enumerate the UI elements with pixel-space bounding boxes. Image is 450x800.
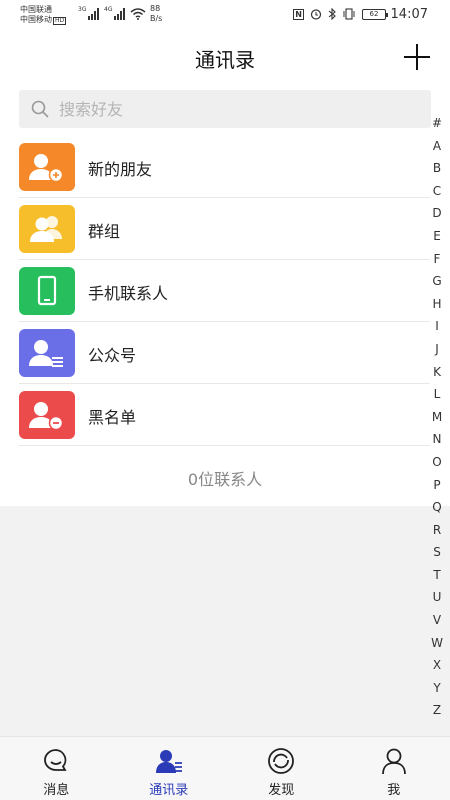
index-letter[interactable]: D <box>429 202 445 225</box>
nav-tab-me[interactable]: 我 <box>338 737 450 800</box>
carrier-info: 中国联通 中国移动 HD <box>20 5 67 25</box>
index-letter[interactable]: # <box>429 112 445 135</box>
nav-label: 我 <box>387 783 401 798</box>
index-letter[interactable]: E <box>429 225 445 248</box>
index-letter[interactable]: L <box>429 383 445 406</box>
add-icon[interactable] <box>404 44 430 70</box>
nav-label: 消息 <box>43 783 70 798</box>
index-letter[interactable]: A <box>429 135 445 158</box>
signal-group: 3G 4G <box>78 6 146 20</box>
group-icon <box>19 205 75 253</box>
page-title: 通讯录 <box>195 48 255 72</box>
menu-item-label: 公众号 <box>88 346 137 365</box>
index-letter[interactable]: T <box>429 564 445 587</box>
me-icon <box>381 748 406 775</box>
index-letter[interactable]: R <box>429 519 445 542</box>
nav-label: 发现 <box>268 783 295 798</box>
nav-label: 通讯录 <box>149 783 189 798</box>
index-letter[interactable]: H <box>429 293 445 316</box>
app-header: 通讯录 <box>0 30 450 86</box>
nav-tab-messages[interactable]: 消息 <box>0 737 113 800</box>
index-letter[interactable]: N <box>429 428 445 451</box>
signal-icon: 4G <box>104 6 126 20</box>
index-letter[interactable]: U <box>429 586 445 609</box>
phone-icon <box>19 267 75 315</box>
blacklist-icon <box>19 391 75 439</box>
search-icon <box>31 100 49 118</box>
menu-item-groups[interactable]: 群组 <box>0 198 430 260</box>
discover-icon <box>268 748 295 774</box>
search-bar[interactable] <box>19 90 431 128</box>
menu-item-phone-contacts[interactable]: 手机联系人 <box>0 260 430 322</box>
bottom-nav: 消息 通讯录 发现 我 <box>0 736 450 800</box>
index-letter[interactable]: C <box>429 180 445 203</box>
nav-tab-discover[interactable]: 发现 <box>225 737 338 800</box>
menu-item-official-accounts[interactable]: 公众号 <box>0 322 430 384</box>
search-input[interactable] <box>59 99 399 119</box>
battery-icon: 62 <box>362 9 388 20</box>
net-speed: 88 B/s <box>150 4 163 23</box>
index-letter[interactable]: G <box>429 270 445 293</box>
add-friend-icon <box>19 143 75 191</box>
index-letter[interactable]: P <box>429 474 445 497</box>
index-letter[interactable]: K <box>429 361 445 384</box>
index-letter[interactable]: F <box>429 248 445 271</box>
index-letter[interactable]: I <box>429 315 445 338</box>
menu-item-label: 群组 <box>88 222 121 241</box>
index-letter[interactable]: V <box>429 609 445 632</box>
contacts-icon <box>155 750 182 773</box>
menu-item-label: 手机联系人 <box>88 284 169 303</box>
carrier-1: 中国联通 <box>20 5 52 14</box>
index-letter[interactable]: O <box>429 451 445 474</box>
menu-item-new-friends[interactable]: 新的朋友 <box>0 136 430 198</box>
index-letter[interactable]: M <box>429 406 445 429</box>
index-letter[interactable]: Y <box>429 677 445 700</box>
index-letter[interactable]: W <box>429 632 445 655</box>
index-letter[interactable]: Z <box>429 699 445 722</box>
official-account-icon <box>19 329 75 377</box>
index-letter[interactable]: B <box>429 157 445 180</box>
hd-badge: HD <box>53 17 67 25</box>
contact-count: 0位联系人 <box>187 470 263 489</box>
message-icon <box>44 749 67 771</box>
alarm-icon <box>310 9 322 20</box>
contacts-menu-list: 新的朋友 群组 手机联系人 公众号 黑名单 0位联系人 <box>0 136 450 506</box>
carrier-2: 中国移动 <box>20 15 52 24</box>
vibrate-icon <box>343 8 355 20</box>
index-letter[interactable]: X <box>429 654 445 677</box>
alphabet-index[interactable]: # A B C D E F G H I J K L M N O P Q R S … <box>429 112 445 722</box>
search-section <box>0 86 450 136</box>
menu-item-blacklist[interactable]: 黑名单 <box>0 384 430 446</box>
index-letter[interactable]: Q <box>429 496 445 519</box>
signal-icon: 3G <box>78 6 100 20</box>
index-letter[interactable]: J <box>429 338 445 361</box>
nfc-icon: N <box>293 8 304 20</box>
menu-item-label: 新的朋友 <box>88 160 153 179</box>
nav-tab-contacts[interactable]: 通讯录 <box>113 737 226 800</box>
clock: 14:07 <box>390 7 428 22</box>
system-icons: N <box>293 8 356 20</box>
index-letter[interactable]: S <box>429 541 445 564</box>
wifi-icon <box>130 8 146 20</box>
bluetooth-icon <box>328 8 336 20</box>
menu-item-label: 黑名单 <box>88 408 137 427</box>
status-bar: 中国联通 中国移动 HD 3G 4G 88 B/s N 62 14:07 <box>0 0 450 30</box>
